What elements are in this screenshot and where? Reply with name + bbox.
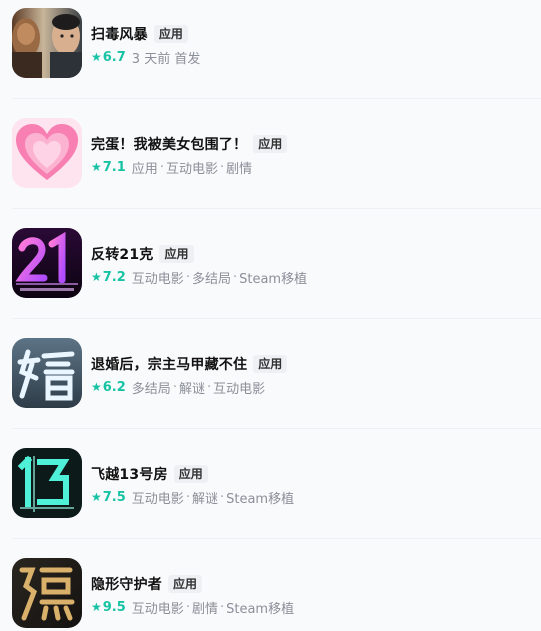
item-title[interactable]: 飞越13号房: [91, 464, 168, 484]
item-title[interactable]: 完蛋！我被美女包围了！: [91, 134, 247, 154]
tag-separator: ·: [185, 489, 190, 505]
rating-score: 6.7: [102, 49, 126, 65]
star-icon: ★: [91, 380, 102, 394]
item-title[interactable]: 退婚后，宗主马甲藏不住: [91, 354, 247, 374]
item-title[interactable]: 扫毒风暴: [91, 24, 148, 44]
app-badge: 应用: [168, 575, 203, 593]
yin-character-icon[interactable]: [12, 558, 82, 628]
item-info: 飞越13号房 应用 ★ 7.5 互动电影 · 解谜 · Steam移植: [91, 464, 541, 507]
item-tag: 互动电影: [213, 381, 266, 397]
list-item[interactable]: 飞越13号房 应用 ★ 7.5 互动电影 · 解谜 · Steam移植: [12, 448, 541, 520]
item-info: 扫毒风暴 应用 ★ 6.7 3 天前 首发: [91, 24, 541, 67]
tag-separator: ·: [219, 599, 225, 615]
item-tag: 多结局: [131, 381, 171, 397]
hun-character-icon[interactable]: [12, 338, 82, 408]
divider: [12, 538, 541, 539]
item-tag: Steam移植: [226, 601, 295, 617]
divider: [12, 98, 541, 99]
item-tag: 解谜: [178, 381, 205, 397]
tag-separator: ·: [206, 379, 212, 395]
app-badge: 应用: [253, 135, 288, 153]
item-tag: 互动电影: [131, 601, 184, 617]
tag-separator: ·: [185, 269, 190, 285]
item-title[interactable]: 隐形守护者: [91, 574, 162, 594]
rating-score: 6.2: [102, 379, 126, 395]
item-tag: 互动电影: [165, 161, 218, 177]
divider: [12, 428, 541, 429]
item-tag: 剧情: [191, 601, 218, 617]
divider: [12, 318, 541, 319]
item-info: 隐形守护者 应用 ★ 9.5 互动电影 · 剧情 · Steam移植: [91, 574, 541, 617]
app-badge: 应用: [153, 25, 188, 43]
tag-separator: ·: [172, 379, 177, 395]
rating-score: 7.1: [102, 159, 126, 175]
item-tag: 多结局: [191, 271, 231, 287]
tag-separator: ·: [185, 599, 190, 615]
item-info: 反转21克 应用 ★ 7.2 互动电影 · 多结局 · Steam移植: [91, 244, 541, 287]
tag-separator: ·: [219, 489, 225, 505]
star-icon: ★: [91, 160, 102, 174]
rating-score: 9.5: [102, 599, 126, 615]
rating-score: 7.2: [102, 269, 126, 285]
divider: [12, 208, 541, 209]
item-tag: 3 天前 首发: [131, 51, 201, 67]
star-icon: ★: [91, 490, 102, 504]
tag-separator: ·: [159, 159, 164, 175]
item-tag: 应用: [131, 161, 158, 177]
star-icon: ★: [91, 270, 102, 284]
number-13-logo-icon[interactable]: [12, 448, 82, 518]
item-info: 完蛋！我被美女包围了！ 应用 ★ 7.1 应用 · 互动电影 · 剧情: [91, 134, 541, 177]
item-tag: Steam移植: [226, 491, 295, 507]
list-item[interactable]: 扫毒风暴 应用 ★ 6.7 3 天前 首发: [12, 8, 541, 80]
21-grams-logo-icon[interactable]: [12, 228, 82, 298]
app-badge: 应用: [159, 245, 194, 263]
star-icon: ★: [91, 600, 102, 614]
list-item[interactable]: 反转21克 应用 ★ 7.2 互动电影 · 多结局 · Steam移植: [12, 228, 541, 300]
item-tag: Steam移植: [239, 271, 308, 287]
tag-separator: ·: [232, 269, 238, 285]
item-tag: 剧情: [226, 161, 253, 177]
star-icon: ★: [91, 50, 102, 64]
tag-separator: ·: [219, 159, 225, 175]
pink-heart-icon[interactable]: [12, 118, 82, 188]
movie-poster-two-men-icon[interactable]: [12, 8, 82, 78]
app-badge: 应用: [253, 355, 288, 373]
item-title[interactable]: 反转21克: [91, 244, 153, 264]
list-item[interactable]: 隐形守护者 应用 ★ 9.5 互动电影 · 剧情 · Steam移植: [12, 558, 541, 630]
item-tag: 互动电影: [131, 491, 184, 507]
list-item[interactable]: 完蛋！我被美女包围了！ 应用 ★ 7.1 应用 · 互动电影 · 剧情: [12, 118, 541, 190]
item-info: 退婚后，宗主马甲藏不住 应用 ★ 6.2 多结局 · 解谜 · 互动电影: [91, 354, 541, 397]
item-tag: 互动电影: [131, 271, 184, 287]
app-badge: 应用: [173, 465, 208, 483]
list-item[interactable]: 退婚后，宗主马甲藏不住 应用 ★ 6.2 多结局 · 解谜 · 互动电影: [12, 338, 541, 410]
rating-score: 7.5: [102, 489, 126, 505]
item-tag: 解谜: [191, 491, 218, 507]
